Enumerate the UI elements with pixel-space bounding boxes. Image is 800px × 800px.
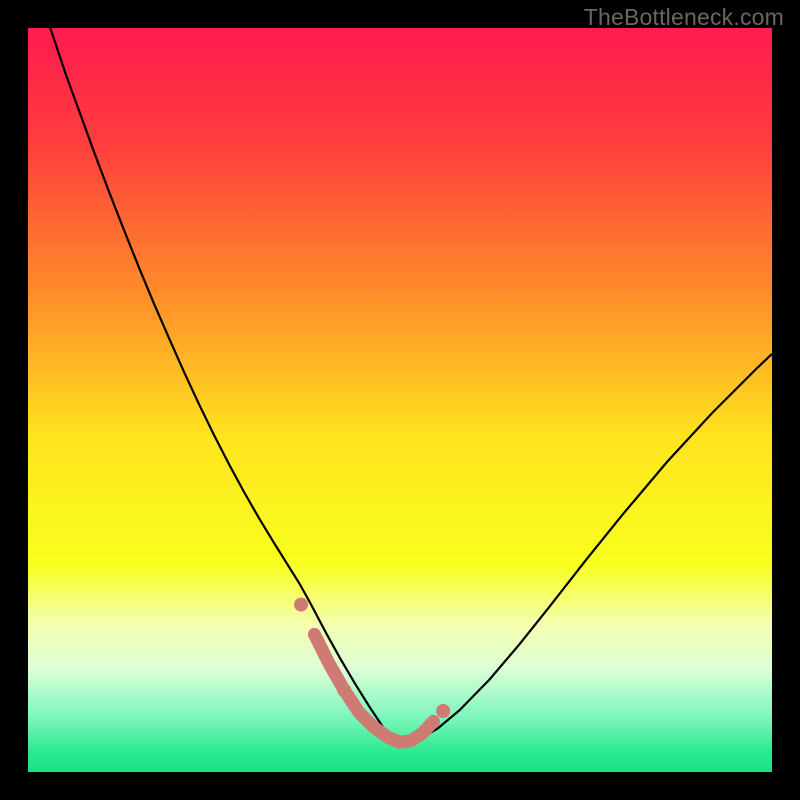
highlight-dot-1 [337, 683, 351, 697]
gradient-background [28, 28, 772, 772]
highlight-dot-2 [436, 704, 450, 718]
bottleneck-chart [28, 28, 772, 772]
watermark-text: TheBottleneck.com [584, 4, 784, 31]
plot-area [28, 28, 772, 772]
highlight-dot-0 [294, 598, 308, 612]
chart-frame: TheBottleneck.com [0, 0, 800, 800]
